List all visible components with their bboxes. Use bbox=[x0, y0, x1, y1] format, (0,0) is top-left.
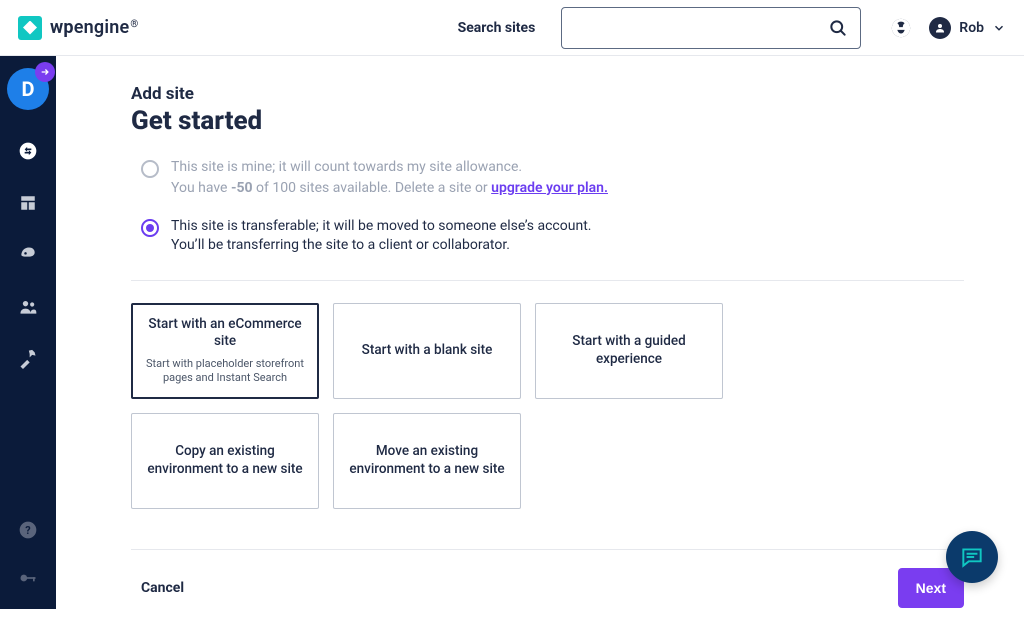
tile-title: Start with a blank site bbox=[362, 342, 493, 360]
help-icon[interactable] bbox=[889, 16, 913, 40]
brand-name-a: wp bbox=[50, 17, 74, 38]
brand-mark-icon bbox=[18, 16, 42, 40]
account-bubble[interactable]: D bbox=[7, 68, 49, 110]
nav-item-support[interactable]: ? bbox=[17, 519, 39, 541]
divider bbox=[131, 280, 964, 281]
ownership-mine-line2: You have -50 of 100 sites available. Del… bbox=[171, 178, 608, 199]
ownership-mine[interactable]: This site is mine; it will count towards… bbox=[141, 154, 964, 203]
brand-trademark: ® bbox=[130, 19, 138, 30]
tile-move-env[interactable]: Move an existing environment to a new si… bbox=[333, 413, 521, 509]
search-label: Search sites bbox=[458, 20, 536, 36]
cancel-button[interactable]: Cancel bbox=[131, 580, 184, 596]
nav-item-transfers[interactable] bbox=[17, 140, 39, 162]
ownership-mine-line1: This site is mine; it will count towards… bbox=[171, 158, 608, 178]
mine-line2-mid: of 100 sites available. Delete a site or bbox=[253, 180, 492, 196]
radio-icon bbox=[141, 160, 159, 178]
arrow-right-icon bbox=[35, 62, 55, 82]
radio-icon bbox=[141, 219, 159, 237]
account-initial: D bbox=[22, 77, 35, 101]
nav-item-ecommerce[interactable] bbox=[17, 244, 39, 266]
topbar: wpengine® Search sites Rob bbox=[0, 0, 1024, 56]
tile-ecommerce[interactable]: Start with an eCommerce site Start with … bbox=[131, 303, 319, 399]
nav-item-tools[interactable] bbox=[17, 348, 39, 370]
brand-name: wpengine® bbox=[50, 17, 138, 38]
ownership-transferable-line2: You’ll be transferring the site to a cli… bbox=[171, 236, 591, 256]
search-input[interactable] bbox=[572, 19, 826, 36]
chat-fab[interactable] bbox=[946, 531, 998, 583]
brand-logo[interactable]: wpengine® bbox=[18, 16, 138, 40]
user-name: Rob bbox=[959, 20, 984, 36]
breadcrumb: Add site bbox=[131, 84, 964, 104]
search-icon[interactable] bbox=[826, 16, 850, 40]
nav-item-key[interactable] bbox=[17, 567, 39, 589]
tile-guided[interactable]: Start with a guided experience bbox=[535, 303, 723, 399]
brand-name-b: engine bbox=[74, 17, 130, 38]
tile-title: Copy an existing environment to a new si… bbox=[144, 443, 306, 478]
ownership-transferable[interactable]: This site is transferable; it will be mo… bbox=[141, 213, 964, 260]
nav-item-dashboard[interactable] bbox=[17, 192, 39, 214]
tile-blank[interactable]: Start with a blank site bbox=[333, 303, 521, 399]
chat-icon bbox=[959, 544, 985, 570]
site-count: -50 bbox=[231, 180, 253, 196]
nav-item-users[interactable] bbox=[17, 296, 39, 318]
wizard-footer: Cancel Next bbox=[131, 549, 964, 626]
left-rail: D ? bbox=[0, 56, 56, 609]
page-title: Get started bbox=[131, 106, 964, 136]
tile-subtitle: Start with placeholder storefront pages … bbox=[145, 357, 305, 386]
search-box[interactable] bbox=[561, 7, 861, 49]
tile-title: Start with a guided experience bbox=[548, 333, 710, 368]
ownership-transferable-line1: This site is transferable; it will be mo… bbox=[171, 217, 591, 237]
upgrade-plan-link[interactable]: upgrade your plan. bbox=[491, 180, 608, 196]
start-option-grid: Start with an eCommerce site Start with … bbox=[131, 303, 964, 509]
chevron-down-icon bbox=[992, 21, 1006, 35]
tile-title: Move an existing environment to a new si… bbox=[346, 443, 508, 478]
user-menu[interactable]: Rob bbox=[929, 17, 1006, 39]
svg-text:?: ? bbox=[25, 524, 30, 537]
tile-copy-env[interactable]: Copy an existing environment to a new si… bbox=[131, 413, 319, 509]
mine-line2-pre: You have bbox=[171, 180, 231, 196]
avatar-icon bbox=[929, 17, 951, 39]
tile-title: Start with an eCommerce site bbox=[145, 316, 305, 351]
main-content: Add site Get started This site is mine; … bbox=[56, 56, 1024, 609]
